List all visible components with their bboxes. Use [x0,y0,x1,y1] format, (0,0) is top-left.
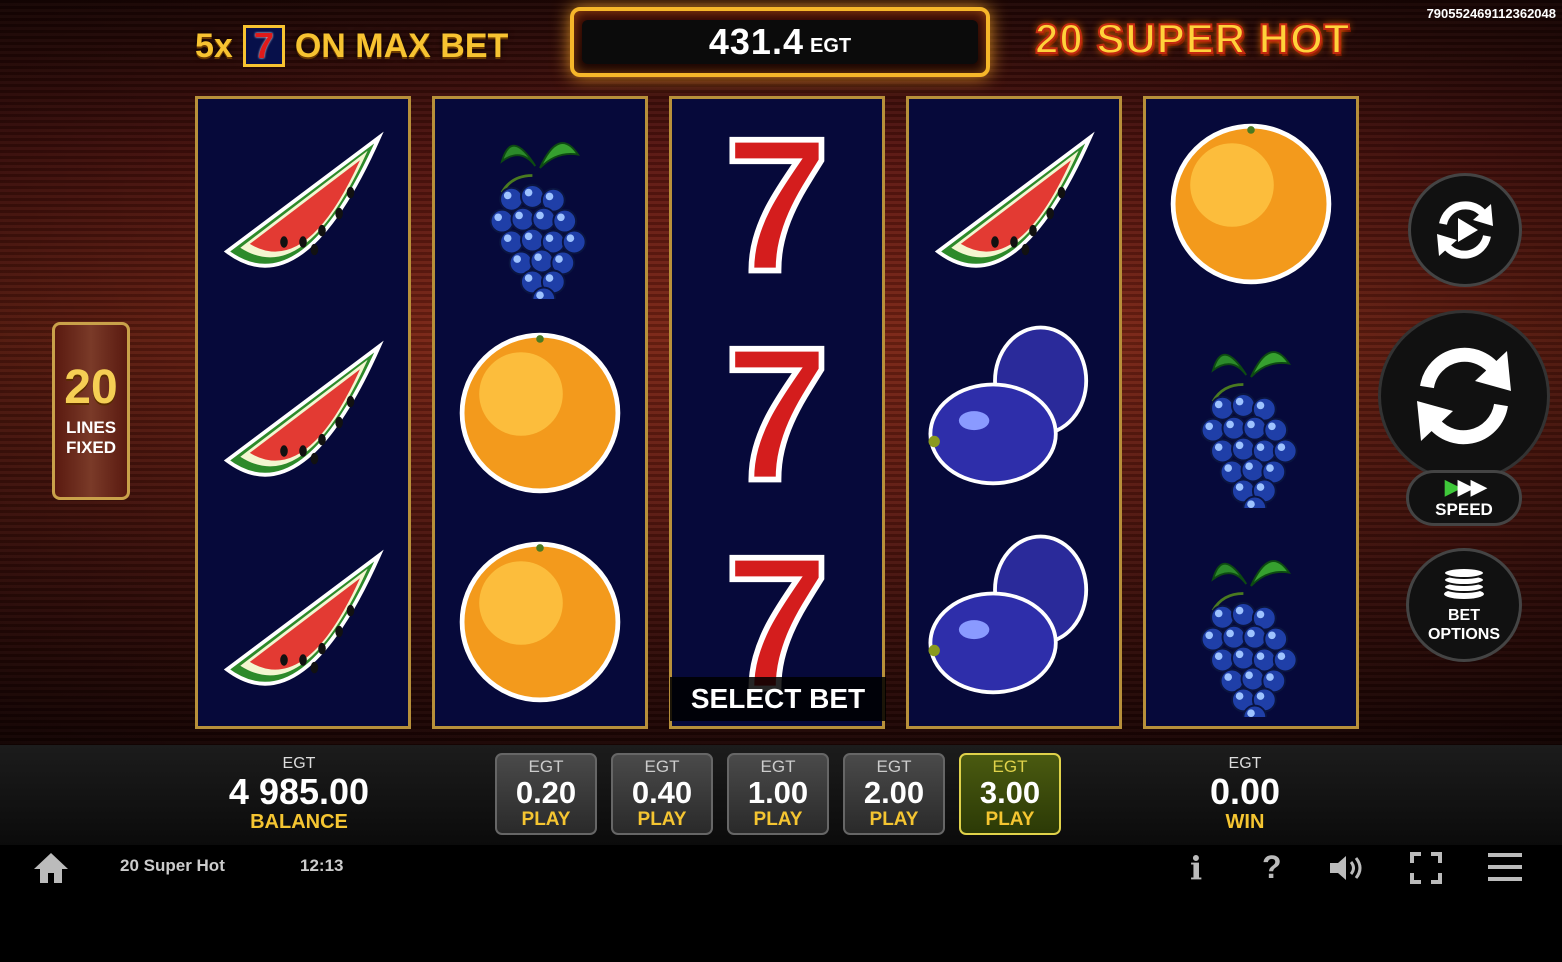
bet-play-label: PLAY [753,809,803,830]
orange-symbol [1151,104,1351,304]
bet-play-label: PLAY [985,809,1035,830]
promo-prefix: 5x [195,26,233,65]
info-icon[interactable]: i [1190,849,1202,887]
footer-game-title: 20 Super Hot [120,856,225,875]
bet-button-4[interactable]: EGT 2.00 PLAY [843,753,945,835]
speed-button[interactable]: ▶▶▶ SPEED [1406,470,1522,526]
seven-icon: 7 [721,109,832,299]
bet-value: 0.20 [515,775,577,810]
promo-suffix: ON MAX BET [294,26,509,65]
spin-icon [1417,347,1511,445]
bet-options-button[interactable]: BET OPTIONS [1406,548,1522,662]
bet-button-2[interactable]: EGT 0.40 PLAY [611,753,713,835]
jackpot-display: 431.4 EGT [570,7,990,77]
grapes-icon [1200,559,1298,717]
autoplay-button[interactable] [1408,173,1522,287]
balance-label: BALANCE [250,811,348,833]
game-area: 5x 7 ON MAX BET 431.4 EGT 20 SUPER HOT 7… [0,0,1562,745]
plum-symbol [914,522,1114,722]
grapes-symbol [440,104,640,304]
menu-icon[interactable] [1488,852,1522,882]
home-icon[interactable] [32,851,70,885]
bet-button-5[interactable]: EGT 3.00 PLAY [959,753,1061,835]
watermelon-symbol [203,522,403,722]
bet-currency: EGT [644,757,680,776]
fullscreen-icon[interactable] [1410,852,1442,884]
bet-play-label: PLAY [521,809,571,830]
game-logo: 20 SUPER HOT [1034,14,1351,63]
coins-icon [1443,567,1485,599]
spin-button[interactable] [1378,310,1550,482]
options-label: OPTIONS [1427,626,1500,643]
reel-1 [195,96,411,729]
seven-symbol: 7 [677,313,877,513]
bet-value: 0.40 [631,775,693,810]
bet-bar: EGT 4 985.00 BALANCE EGT 0.20 PLAY EGT 0.40 P… [0,745,1562,845]
watermelon-icon [223,549,384,686]
orange-icon [459,332,621,493]
plum-icon [928,534,1089,694]
bet-button-1[interactable]: EGT 0.20 PLAY [495,753,597,835]
fixed-label: FIXED [65,438,117,457]
help-icon[interactable]: ? [1262,849,1282,886]
bet-value: 3.00 [979,775,1041,810]
watermelon-symbol [203,313,403,513]
grapes-symbol [1151,522,1351,722]
jackpot-currency: EGT [809,34,852,57]
speed-label: SPEED [1435,500,1493,519]
grapes-icon [1200,350,1298,508]
watermelon-symbol [914,104,1114,304]
bet-label: BET [1447,607,1480,624]
fast-forward-icon: ▶▶▶ [1444,474,1488,499]
orange-icon [1170,123,1332,284]
lines-count: 20 [64,361,118,414]
watermelon-icon [223,340,384,477]
bet-currency: EGT [528,757,564,776]
lines-label: LINES [65,418,117,437]
reel-3: 777 [669,96,885,729]
footer-bar: 20 Super Hot 12:13 i ? [0,845,1562,962]
watermelon-symbol [203,104,403,304]
max-bet-promo: 5x 7 ON MAX BET [195,22,508,70]
lines-fixed-badge: 20 LINES FIXED [52,322,130,500]
win-value: 0.00 [1209,771,1281,812]
bet-currency: EGT [876,757,912,776]
orange-symbol [440,313,640,513]
win-display: EGT 0.00 WIN [1145,755,1345,834]
bet-button-3[interactable]: EGT 1.00 PLAY [727,753,829,835]
bet-currency: EGT [760,757,796,776]
reel-2 [432,96,648,729]
bet-value: 2.00 [863,775,925,810]
grapes-symbol [1151,313,1351,513]
orange-symbol [440,522,640,722]
bet-currency: EGT [992,757,1028,776]
autoplay-icon [1437,201,1493,259]
plum-icon [928,325,1089,485]
sound-icon[interactable] [1328,853,1368,883]
bet-play-label: PLAY [869,809,919,830]
plum-symbol [914,313,1114,513]
win-label: WIN [1225,811,1265,833]
jackpot-amount: 431.4 [708,21,804,62]
seven-symbol: 7 [677,104,877,304]
game-id: 790552469112362048 [1426,6,1556,21]
svg-text:7: 7 [724,318,830,508]
watermelon-icon [223,131,384,268]
bet-value: 1.00 [747,775,809,810]
svg-text:7: 7 [724,109,830,299]
reel-4 [906,96,1122,729]
seven-icon: 7 [721,318,832,508]
bet-play-label: PLAY [637,809,687,830]
seven-icon: 7 [242,25,285,67]
watermelon-icon [934,131,1095,268]
grapes-icon [489,141,587,299]
balance-display: EGT 4 985.00 BALANCE [199,755,399,834]
orange-icon [459,541,621,702]
footer-clock: 12:13 [300,856,344,875]
select-bet-banner: SELECT BET [670,677,886,721]
reel-5 [1143,96,1359,729]
balance-value: 4 985.00 [228,771,370,812]
